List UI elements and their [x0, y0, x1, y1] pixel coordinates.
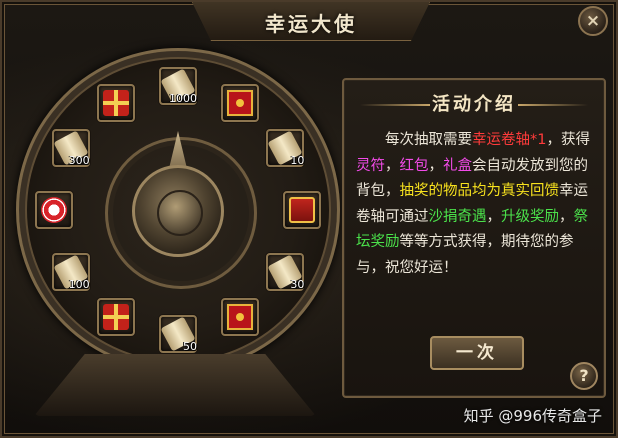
close-button[interactable]: × [578, 6, 608, 36]
wheel-base [34, 354, 316, 416]
gift-box-icon [103, 304, 129, 331]
wheel-slot-gift-box [97, 83, 135, 122]
help-button[interactable]: ? [570, 362, 598, 390]
slot-count: 10 [290, 154, 305, 167]
red-envelope-icon [227, 304, 253, 331]
desc-text: ， [486, 208, 502, 225]
highlight-text: 红包 [399, 157, 429, 174]
wheel-slot-poker-chips [35, 191, 73, 229]
wheel-slot-lucky-scroll: 300 [51, 129, 90, 167]
wheel-slot-lucky-scroll: 10 [266, 129, 305, 167]
desc-text: ， [385, 157, 400, 174]
highlight-text: 礼盒 [443, 157, 472, 174]
wheel-slot-lucky-scroll: 100 [51, 253, 90, 291]
lottery-wheel: 1000 10 30 50 100 300 [16, 48, 340, 372]
wheel-slot-lucky-scroll: 30 [266, 253, 305, 291]
desc-text: 每次抽取需要 [385, 132, 472, 148]
wheel-hub [132, 165, 224, 257]
charm-icon [289, 197, 315, 223]
wheel-slot-gift-box [97, 298, 135, 337]
title-bar: 幸运大使 [192, 2, 430, 41]
slot-count: 30 [290, 278, 305, 291]
poker-chips-icon [41, 197, 67, 223]
dialog-frame: 幸运大使 × 1000 10 30 50 100 300 活动介绍 每次抽取需要幸运卷轴*… [0, 0, 618, 438]
watermark: 知乎 @996传奇盒子 [463, 407, 602, 425]
highlight-text: 幸运卷轴*1 [472, 132, 547, 148]
wheel-slot-charm [283, 191, 321, 229]
activity-description: 每次抽取需要幸运卷轴*1，获得灵符，红包，礼盒会自动发放到您的背包，抽奖的物品均… [356, 128, 592, 281]
gift-box-icon [103, 89, 129, 116]
desc-text: ， [559, 208, 574, 225]
draw-once-button[interactable]: 一次 [430, 336, 524, 370]
info-panel: 活动介绍 每次抽取需要幸运卷轴*1，获得灵符，红包，礼盒会自动发放到您的背包，抽… [342, 78, 606, 398]
red-envelope-icon [227, 89, 253, 116]
slot-count: 1000 [169, 92, 197, 105]
slot-count: 100 [68, 278, 90, 291]
ornament-left [360, 104, 430, 106]
wheel-slot-lucky-scroll: 1000 [159, 67, 197, 105]
highlight-text: 灵符 [356, 157, 385, 174]
hub-core [157, 190, 203, 236]
slot-count: 50 [183, 340, 197, 353]
dialog-title: 幸运大使 [265, 12, 357, 36]
highlight-text: 升级奖励 [501, 208, 559, 225]
highlight-text: 抽奖的物品均为真实回馈 [399, 183, 560, 199]
wheel-slot-red-envelope [221, 298, 259, 337]
desc-text: ，获得 [546, 132, 590, 148]
slot-count: 300 [68, 154, 90, 167]
desc-text: ， [428, 157, 444, 174]
panel-title: 活动介绍 [432, 94, 516, 115]
wheel-slot-red-envelope [221, 83, 259, 122]
panel-header: 活动介绍 [344, 90, 604, 120]
ornament-right [518, 104, 588, 106]
wheel-slot-lucky-scroll: 50 [159, 315, 197, 353]
highlight-text: 沙捐奇遇 [428, 208, 487, 225]
